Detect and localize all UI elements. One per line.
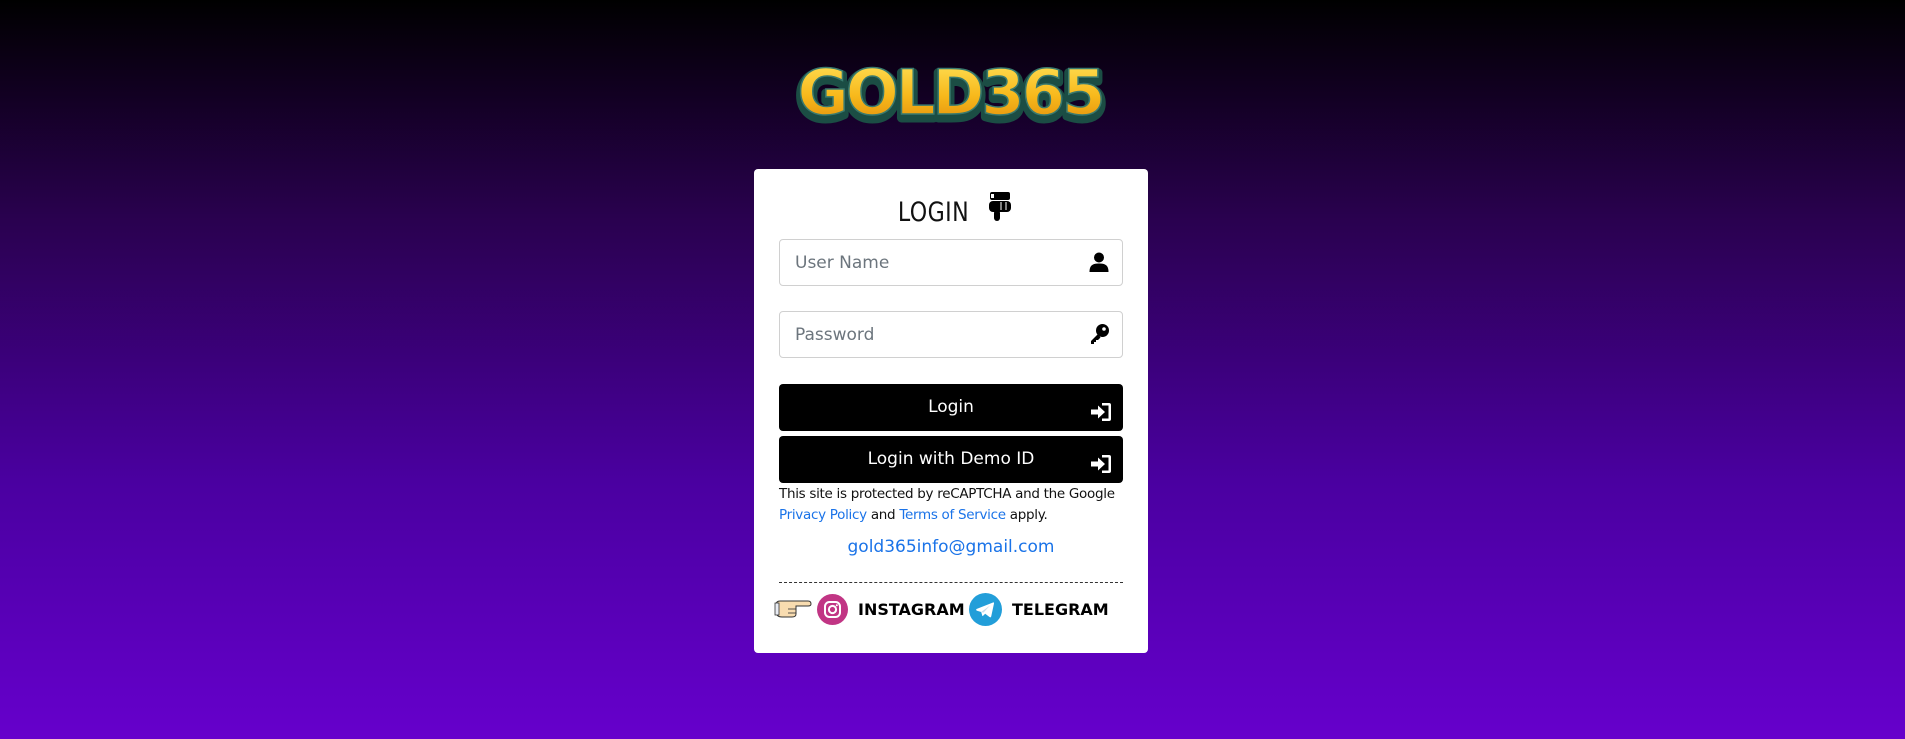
username-input[interactable] [795,240,1075,285]
login-button[interactable]: Login [779,384,1123,431]
instagram-label: INSTAGRAM [858,599,965,619]
user-icon [1088,251,1110,273]
instagram-link[interactable]: INSTAGRAM [817,591,965,627]
recaptcha-apply: apply. [1009,507,1048,523]
login-heading: LOGIN [754,190,1148,232]
sign-in-icon [1090,395,1112,421]
divider [779,582,1123,583]
recaptcha-notice: This site is protected by reCAPTCHA and … [779,484,1129,526]
password-input[interactable] [795,312,1075,357]
instagram-icon [817,593,848,625]
recaptcha-text: This site is protected by reCAPTCHA and … [779,486,1115,502]
username-field[interactable] [779,239,1123,286]
contact-email-link[interactable]: gold365info@gmail.com [754,537,1148,557]
telegram-label: TELEGRAM [1012,599,1109,619]
password-field[interactable] [779,311,1123,358]
demo-login-button-label: Login with Demo ID [867,449,1035,469]
telegram-icon [969,592,1002,626]
demo-login-button[interactable]: Login with Demo ID [779,436,1123,483]
logo-text: GOLD365 [798,62,1103,129]
telegram-link[interactable]: TELEGRAM [969,591,1109,627]
privacy-policy-link[interactable]: Privacy Policy [779,507,867,523]
login-button-label: Login [928,397,974,417]
sign-in-icon [1090,447,1112,473]
pointing-right-hand-icon [774,597,812,624]
terms-of-service-link[interactable]: Terms of Service [899,507,1006,523]
key-icon [1088,323,1110,345]
login-title: LOGIN [898,197,970,229]
login-card: LOGIN User Name Login Login with Demo ID… [754,169,1148,653]
recaptcha-and: and [870,507,896,523]
gold365-logo: GOLD365 GOLD365 [794,62,1107,132]
pointing-down-hand-icon [988,190,1012,232]
